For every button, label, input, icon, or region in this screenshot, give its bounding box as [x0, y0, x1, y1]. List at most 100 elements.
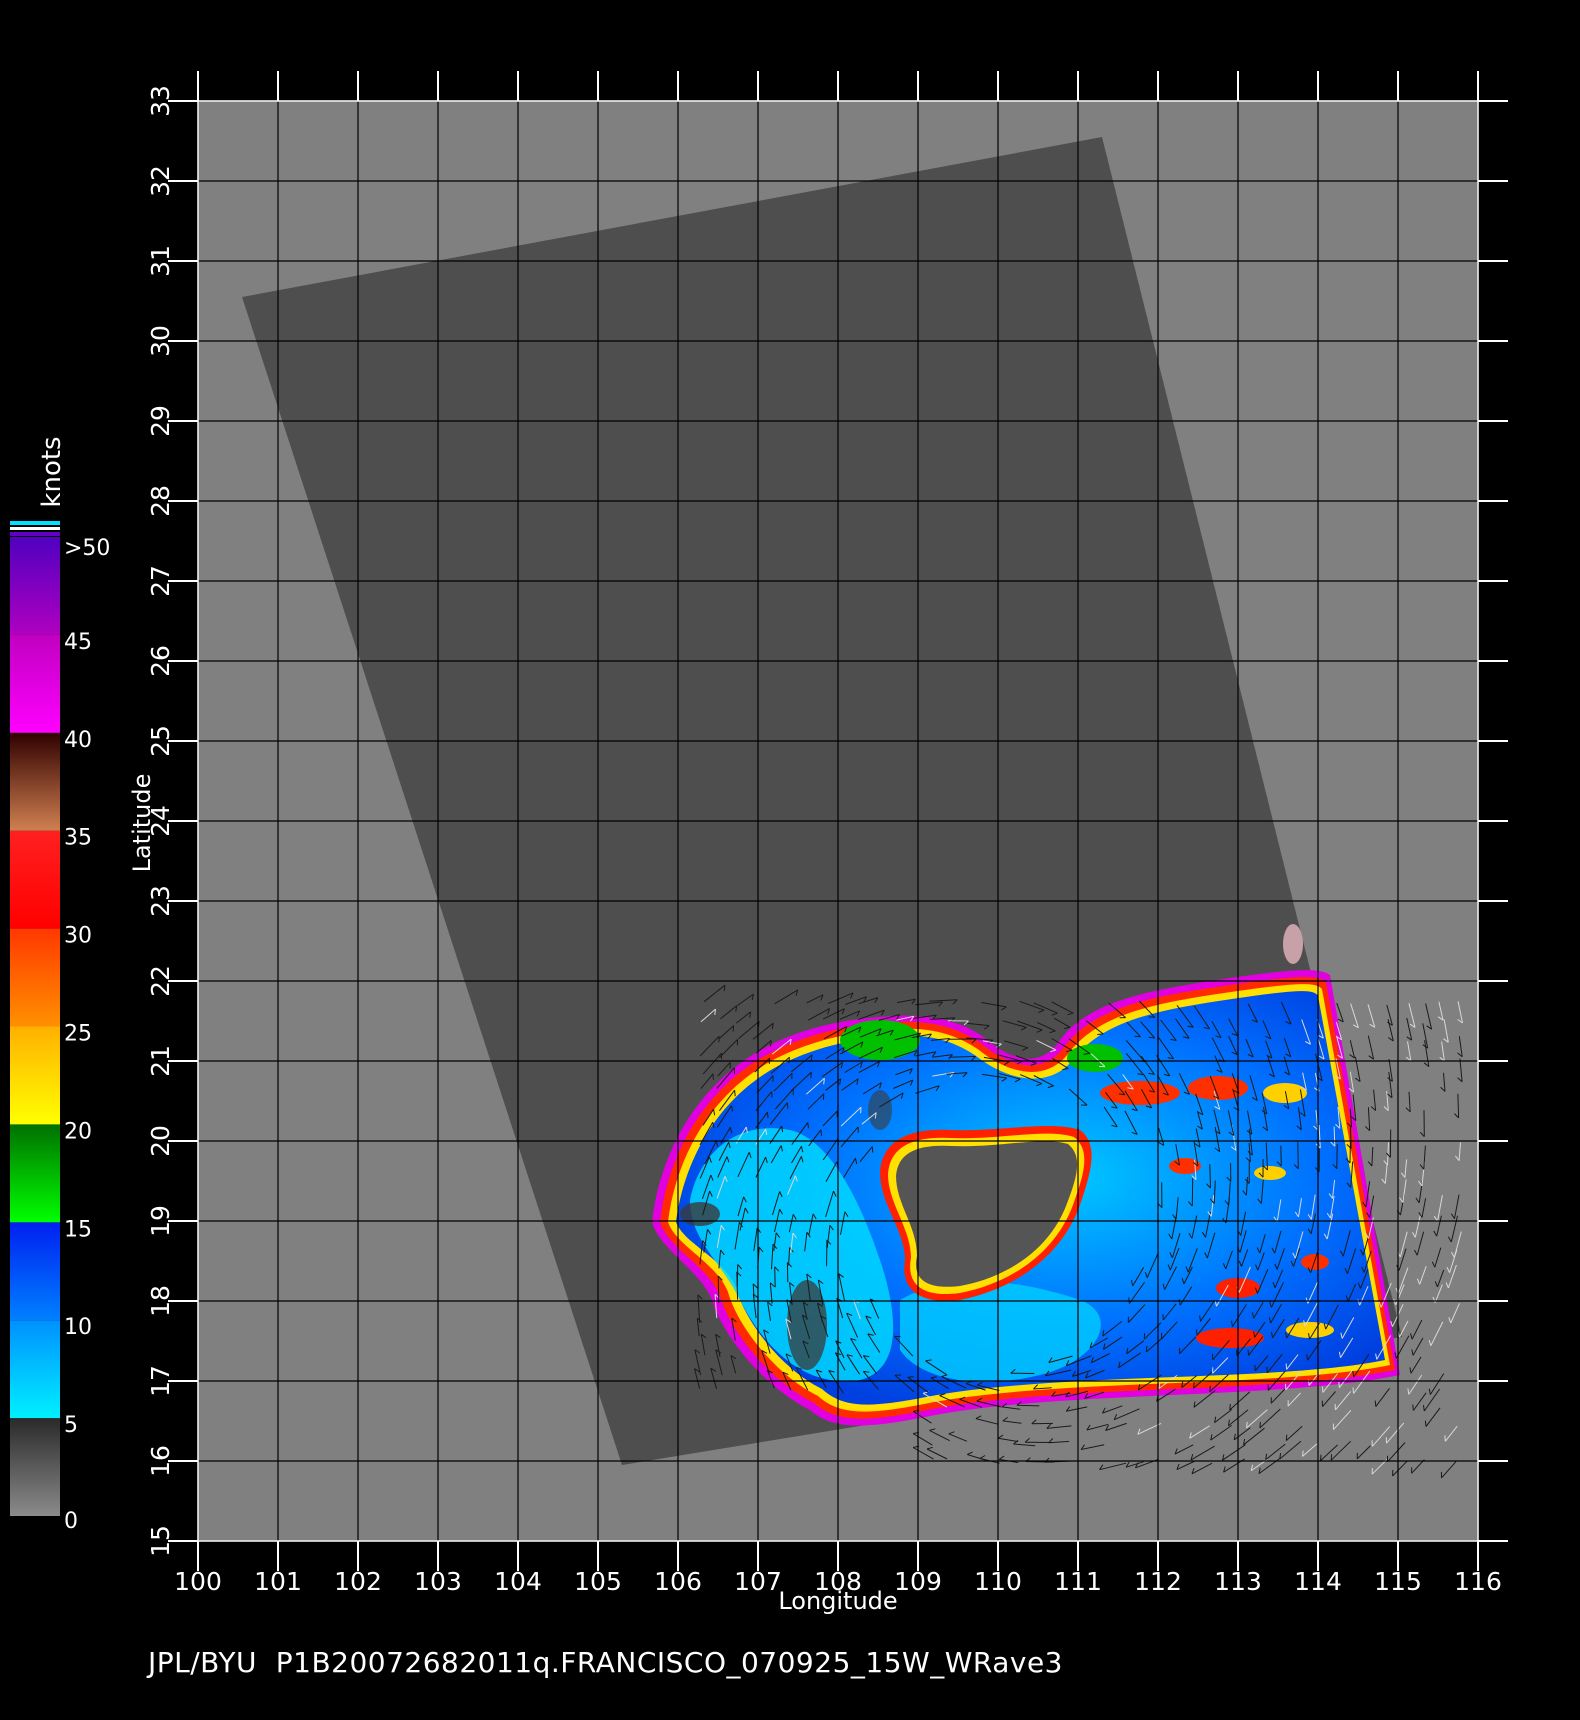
colorbar-label: 10 — [64, 1315, 92, 1340]
y-tick-label: 31 — [146, 245, 175, 277]
x-tick-label: 106 — [654, 1567, 702, 1596]
wind-barb-flag — [1193, 1382, 1195, 1389]
y-tick-label: 22 — [146, 965, 175, 997]
wind-barb-flag — [807, 1122, 809, 1129]
figure-caption: JPL/BYU P1B20072682011q.FRANCISCO_070925… — [148, 1646, 1063, 1679]
x-tick-label: 101 — [254, 1567, 302, 1596]
y-tick-label: 26 — [146, 645, 175, 677]
colorbar-label: 15 — [64, 1217, 92, 1242]
y-tick-label: 33 — [146, 85, 175, 117]
y-tick-label: 15 — [146, 1525, 175, 1557]
colorbar-label: 30 — [64, 924, 92, 949]
wind-barb-flag — [907, 1376, 914, 1378]
colorbar-segment — [10, 634, 60, 733]
x-tick-label: 102 — [334, 1567, 382, 1596]
wind-barb — [1016, 1404, 1040, 1407]
x-tick-label: 103 — [414, 1567, 462, 1596]
y-axis-title: Latitude — [128, 774, 156, 873]
wind-barb-flag — [1424, 1420, 1427, 1427]
colorbar-segment — [10, 1320, 60, 1419]
wind-barb — [1457, 1093, 1460, 1118]
x-tick-label: 112 — [1134, 1567, 1182, 1596]
y-tick-label: 29 — [146, 405, 175, 437]
x-tick-label: 105 — [574, 1567, 622, 1596]
y-tick-label: 30 — [146, 325, 175, 357]
wind-barb — [1333, 1126, 1336, 1147]
wind-barb-flag — [1285, 1363, 1288, 1370]
x-axis-title: Longitude — [778, 1587, 897, 1615]
wind-barb-flag — [1148, 1036, 1155, 1039]
wind-barb-flag — [786, 1102, 789, 1109]
wind-barb — [774, 1266, 776, 1288]
wind-barb-flag — [1352, 1387, 1355, 1394]
wind-barb-flag — [1196, 1329, 1198, 1336]
colorbar-label: 20 — [64, 1119, 92, 1144]
x-tick-label: 111 — [1054, 1567, 1102, 1596]
x-tick-label: 109 — [894, 1567, 942, 1596]
wind-barb-flag — [1320, 1454, 1322, 1461]
y-tick-label: 27 — [146, 565, 175, 597]
high-wind-patch — [1196, 1328, 1264, 1348]
wind-barb-flag — [894, 1335, 901, 1338]
colorbar-segment — [10, 1124, 60, 1223]
high-wind-patch — [1286, 1322, 1334, 1338]
colorbar-segment — [10, 1418, 60, 1516]
wind-barb-flag — [714, 1009, 716, 1016]
x-tick-label: 107 — [734, 1567, 782, 1596]
colorbar-segment — [10, 1222, 60, 1321]
x-tick-label: 104 — [494, 1567, 542, 1596]
wind-barb-flag — [1285, 1434, 1288, 1441]
colorbar-segment — [10, 830, 60, 929]
wind-barb-flag — [1145, 1345, 1148, 1353]
wind-barb — [717, 1275, 720, 1303]
colorbar-top-stripe-purple — [10, 532, 60, 536]
colorbar-label: 40 — [64, 728, 92, 753]
x-tick-label: 113 — [1214, 1567, 1262, 1596]
rain-flag-cluster — [868, 1090, 892, 1130]
wind-barb-flag — [1302, 1450, 1304, 1457]
wind-barb-flag — [823, 1078, 825, 1085]
wind-barb — [1209, 1164, 1211, 1189]
colorbar-label: 35 — [64, 826, 92, 851]
high-wind-patch — [840, 1020, 920, 1060]
colorbar-top-stripe-cyan — [10, 521, 60, 525]
rain-flag-cluster — [680, 1202, 720, 1226]
colorbar-label: 0 — [64, 1509, 78, 1534]
y-tick-label: 20 — [146, 1125, 175, 1157]
colorbar-segments — [10, 537, 60, 1516]
wind-barb-flag — [766, 1112, 769, 1119]
colorbar-labels: 0 5 10 15 20 25 30 35 40 45 >50 — [64, 536, 110, 1534]
y-tick-label: 16 — [146, 1445, 175, 1477]
y-tick-label: 28 — [146, 485, 175, 517]
wind-barb-flag — [1412, 1404, 1414, 1411]
x-tick-label: 114 — [1294, 1567, 1342, 1596]
colorbar-segment — [10, 928, 60, 1027]
wind-barb-flag — [1259, 1421, 1261, 1428]
wind-barb-flag — [820, 1129, 822, 1136]
wind-barb-flag — [734, 1090, 736, 1097]
y-tick-label: 32 — [146, 165, 175, 197]
wind-barb-flag — [1229, 1403, 1231, 1410]
wind-barb-flag — [1246, 1421, 1248, 1428]
wind-barb-flag — [1209, 1385, 1211, 1392]
colorbar-top-stripe-white — [10, 527, 60, 530]
x-tick-label: 115 — [1374, 1567, 1422, 1596]
y-tick-label: 21 — [146, 1045, 175, 1077]
wind-barb-flag — [1097, 1033, 1104, 1035]
wind-barb-flag — [1247, 1349, 1250, 1356]
x-tick-label: 100 — [174, 1567, 222, 1596]
x-tick-label: 116 — [1454, 1567, 1502, 1596]
y-tick-label: 25 — [146, 725, 175, 757]
y-tick-label: 23 — [146, 885, 175, 917]
high-wind-patch — [1169, 1158, 1201, 1174]
y-tick-label: 17 — [146, 1365, 175, 1397]
x-tick-label: 110 — [974, 1567, 1022, 1596]
colorbar-label: 5 — [64, 1413, 78, 1438]
high-wind-patch — [1301, 1254, 1329, 1270]
colorbar-label: 25 — [64, 1022, 92, 1047]
colorbar-title: knots — [37, 436, 67, 507]
wind-barb-flag — [1374, 1400, 1377, 1407]
wind-barb — [1350, 1127, 1352, 1149]
colorbar-segment — [10, 537, 60, 635]
colorbar: knots 0 5 10 15 20 25 30 35 40 45 >50 — [10, 436, 110, 1534]
